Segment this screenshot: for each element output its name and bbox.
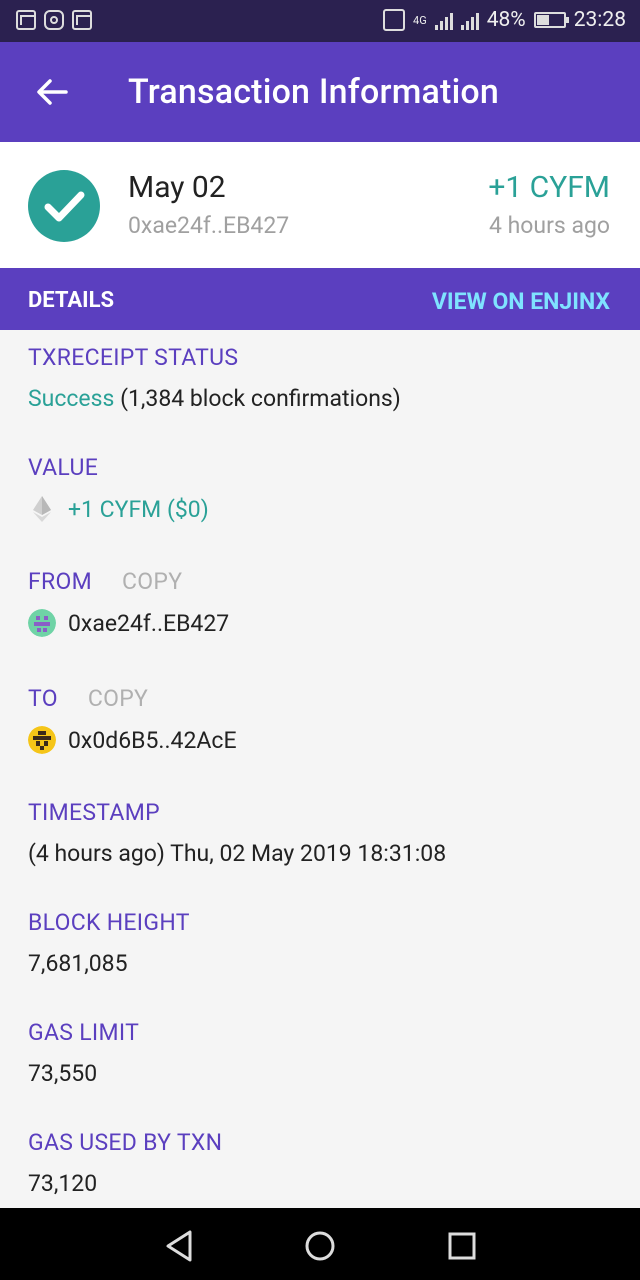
field-label: VALUE (28, 454, 99, 481)
copy-from-button[interactable]: COPY (122, 568, 182, 595)
field-label: TXRECEIPT STATUS (28, 344, 239, 371)
field-label: GAS LIMIT (28, 1019, 140, 1046)
block-height-value: 7,681,085 (28, 950, 128, 977)
gas-used-value: 73,120 (28, 1170, 98, 1197)
clock: 23:28 (573, 8, 626, 32)
txreceipt-status-field: TXRECEIPT STATUS Success (1,384 block co… (28, 344, 612, 412)
field-label: GAS USED BY TXN (28, 1129, 223, 1156)
timestamp-value: (4 hours ago) Thu, 02 May 2019 18:31:08 (28, 840, 447, 867)
to-address[interactable]: 0x0d6B5..42AcE (68, 727, 237, 754)
details-header: DETAILS VIEW ON ENJINX (0, 268, 640, 330)
gas-used-field: GAS USED BY TXN 73,120 (28, 1129, 612, 1197)
from-label: FROM (28, 568, 92, 595)
field-label: TIMESTAMP (28, 799, 160, 826)
app-bar: Transaction Information (0, 42, 640, 142)
gas-limit-field: GAS LIMIT 73,550 (28, 1019, 612, 1087)
nav-recents-icon (448, 1232, 476, 1260)
nav-back-icon (166, 1230, 192, 1262)
value-field: VALUE +1 CYFM ($0) (28, 454, 612, 523)
field-label: FROM COPY (28, 568, 612, 595)
notification-icons (16, 10, 92, 30)
network-type: 4G (413, 13, 427, 27)
success-check-icon (28, 170, 100, 242)
details-label: DETAILS (28, 288, 115, 313)
system-nav-bar (0, 1208, 640, 1280)
battery-percent: 48% (486, 8, 526, 32)
vibrate-icon (383, 9, 406, 31)
field-label: TO COPY (28, 685, 612, 712)
transaction-amount: +1 CYFM (488, 170, 610, 205)
field-label: BLOCK HEIGHT (28, 909, 190, 936)
instagram-icon (44, 10, 64, 30)
nav-recents-button[interactable] (442, 1226, 482, 1266)
nav-home-icon (305, 1231, 335, 1261)
from-address[interactable]: 0xae24f..EB427 (68, 610, 229, 637)
back-arrow-icon (37, 79, 68, 105)
ethereum-icon (33, 496, 51, 522)
block-confirmations: (1,384 block confirmations) (120, 385, 401, 412)
status-success: Success (28, 385, 115, 412)
field-value: Success (1,384 block confirmations) (28, 385, 612, 412)
nav-back-button[interactable] (160, 1226, 200, 1266)
battery-icon (533, 12, 569, 28)
gmail-icon (16, 10, 36, 30)
from-field: FROM COPY 0xae24f..EB427 (28, 568, 612, 637)
system-icons: 4G 48% 23:28 (383, 8, 626, 32)
gas-limit-value: 73,550 (28, 1060, 98, 1087)
nav-home-button[interactable] (300, 1226, 340, 1266)
field-value: 0x0d6B5..42AcE (28, 726, 612, 754)
copy-to-button[interactable]: COPY (88, 685, 148, 712)
status-bar: 4G 48% 23:28 (0, 0, 640, 42)
to-label: TO (28, 685, 58, 712)
identicon-avatar (28, 726, 56, 754)
block-height-field: BLOCK HEIGHT 7,681,085 (28, 909, 612, 977)
gmail-icon (72, 10, 92, 30)
view-on-enjinx-link[interactable]: VIEW ON ENJINX (432, 288, 610, 315)
to-field: TO COPY 0x0d6B5..42AcE (28, 685, 612, 754)
identicon-avatar (28, 609, 56, 637)
timestamp-field: TIMESTAMP (4 hours ago) Thu, 02 May 2019… (28, 799, 612, 867)
field-value: +1 CYFM ($0) (28, 495, 612, 523)
signal-icon-2 (460, 10, 479, 30)
back-button[interactable] (32, 72, 72, 112)
value-amount: +1 CYFM ($0) (68, 495, 209, 523)
transaction-address: 0xae24f..EB427 (128, 212, 290, 239)
transaction-date: May 02 (128, 170, 226, 205)
transaction-summary: May 02 0xae24f..EB427 +1 CYFM 4 hours ag… (0, 142, 640, 268)
transaction-time-ago: 4 hours ago (488, 212, 610, 239)
signal-icon (434, 10, 453, 30)
field-value: 0xae24f..EB427 (28, 609, 612, 637)
page-title: Transaction Information (128, 72, 500, 112)
